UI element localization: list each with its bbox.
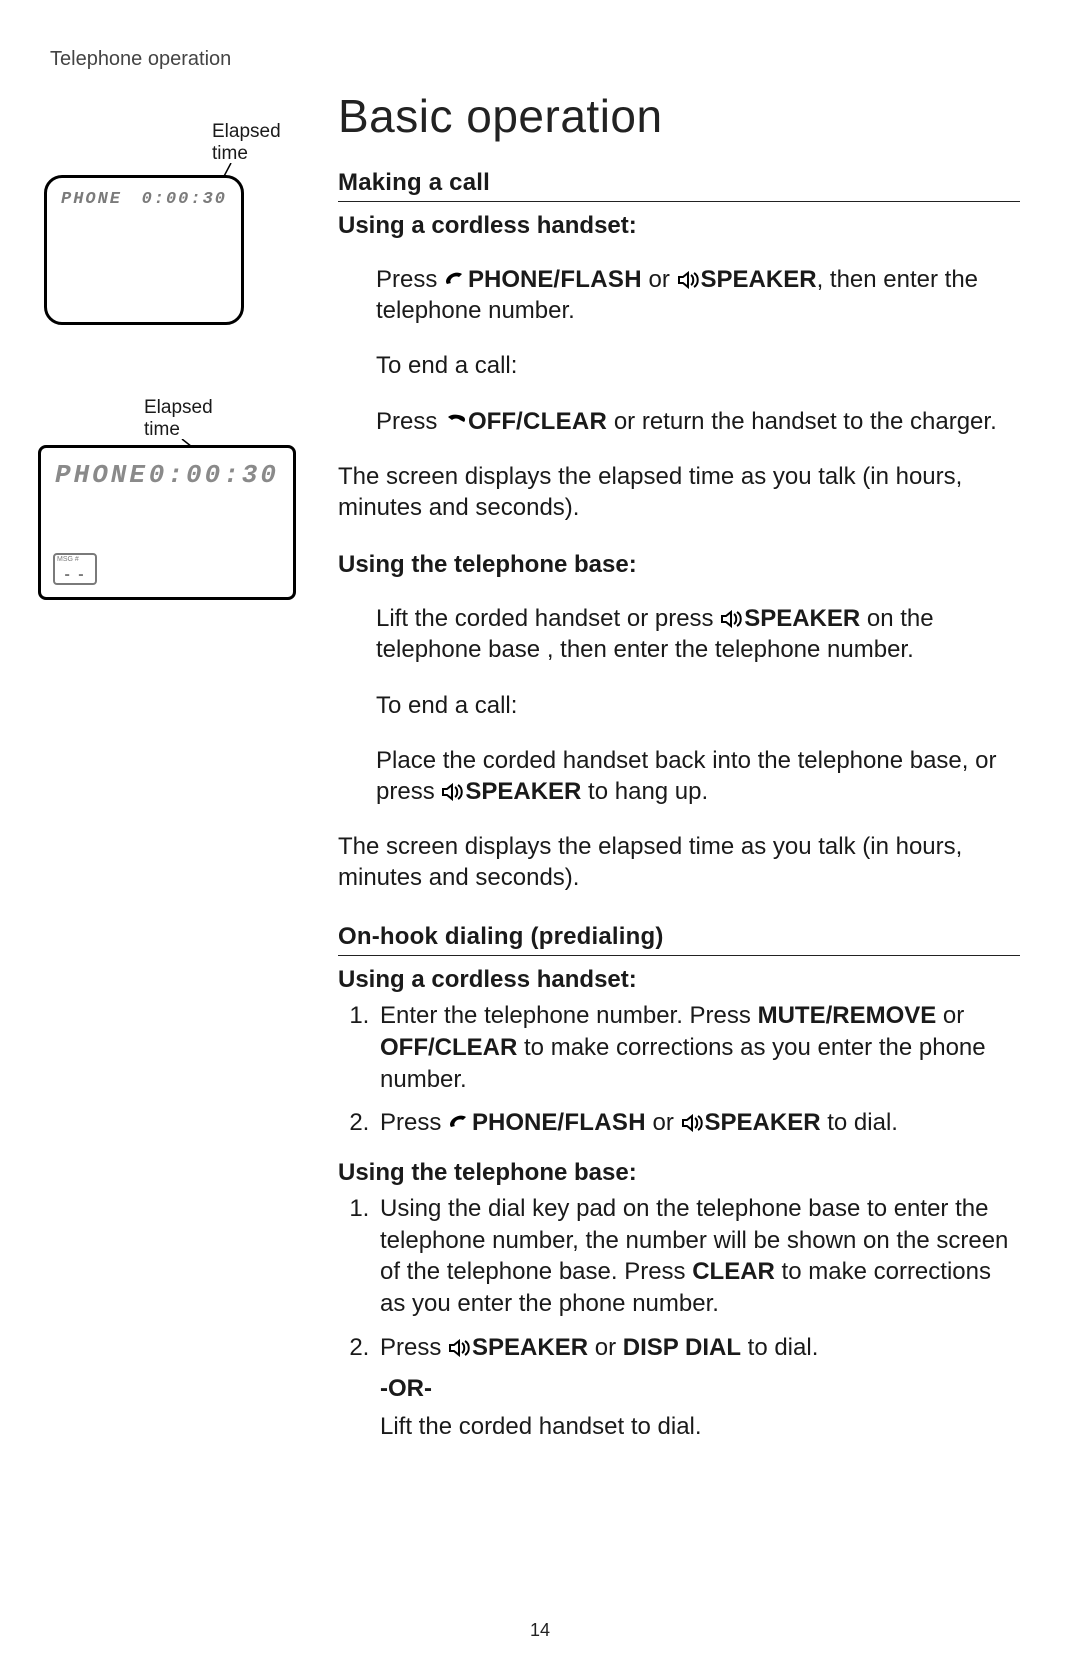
speaker-icon bbox=[441, 783, 465, 801]
off-icon bbox=[444, 413, 468, 431]
speaker-icon bbox=[677, 271, 701, 289]
li-lift-handset: Lift the corded handset to dial. bbox=[380, 1411, 1020, 1443]
speaker-icon bbox=[681, 1114, 705, 1132]
para-press-off: Press OFF/CLEAR or return the handset to… bbox=[376, 406, 1020, 437]
section-onhook: On-hook dialing (predialing) bbox=[338, 923, 1020, 956]
li-press-to-dial-1: Press PHONE/FLASH or SPEAKER to dial. bbox=[376, 1107, 1020, 1139]
subhead-base-2: Using the telephone base: bbox=[338, 1159, 1020, 1187]
li-dialpad: Using the dial key pad on the telephone … bbox=[376, 1193, 1020, 1320]
illustration-column: Elapsed time PHONE 0:00:30 Elapsed time bbox=[44, 89, 314, 1455]
section-making-a-call: Making a call bbox=[338, 169, 1020, 202]
speaker-icon bbox=[720, 610, 744, 628]
para-lift-handset: Lift the corded handset or press SPEAKER… bbox=[376, 603, 1020, 665]
para-elapsed-1: The screen displays the elapsed time as … bbox=[338, 461, 1020, 523]
breadcrumb: Telephone operation bbox=[50, 48, 1020, 71]
ol-cordless: Enter the telephone number. Press MUTE/R… bbox=[338, 1000, 1020, 1139]
screen1-time: 0:00:30 bbox=[142, 190, 227, 209]
content-column: Basic operation Making a call Using a co… bbox=[338, 89, 1020, 1455]
phone-icon bbox=[448, 1114, 472, 1132]
elapsed-label-2: Elapsed time bbox=[144, 397, 213, 441]
para-elapsed-2: The screen displays the elapsed time as … bbox=[338, 831, 1020, 893]
elapsed-label-1: Elapsed time bbox=[212, 121, 281, 165]
screen1-phone: PHONE bbox=[61, 190, 122, 209]
msg-indicator: MSG # - - bbox=[53, 553, 97, 585]
subhead-cordless-1: Using a cordless handset: bbox=[338, 212, 1020, 240]
li-press-to-dial-2: Press SPEAKER or DISP DIAL to dial. -OR-… bbox=[376, 1332, 1020, 1443]
page-title: Basic operation bbox=[338, 89, 1020, 143]
subhead-cordless-2: Using a cordless handset: bbox=[338, 966, 1020, 994]
or-divider: -OR- bbox=[380, 1373, 1020, 1405]
para-place-handset: Place the corded handset back into the t… bbox=[376, 745, 1020, 807]
ol-base: Using the dial key pad on the telephone … bbox=[338, 1193, 1020, 1443]
handset-screen: PHONE 0:00:30 bbox=[44, 175, 244, 325]
subhead-base-1: Using the telephone base: bbox=[338, 551, 1020, 579]
para-press-phone: Press PHONE/FLASH or SPEAKER, then enter… bbox=[376, 264, 1020, 326]
page-number: 14 bbox=[0, 1620, 1080, 1641]
speaker-icon bbox=[448, 1339, 472, 1357]
base-screen: PHONE 0:00:30 MSG # - - bbox=[38, 445, 296, 600]
para-to-end-2: To end a call: bbox=[376, 690, 1020, 721]
screen2-phone: PHONE bbox=[55, 460, 148, 490]
li-enter-number: Enter the telephone number. Press MUTE/R… bbox=[376, 1000, 1020, 1095]
screen2-time: 0:00:30 bbox=[149, 460, 279, 490]
msg-val: - - bbox=[57, 569, 93, 582]
phone-icon bbox=[444, 271, 468, 289]
msg-tag: MSG # bbox=[57, 556, 93, 563]
para-to-end-1: To end a call: bbox=[376, 350, 1020, 381]
